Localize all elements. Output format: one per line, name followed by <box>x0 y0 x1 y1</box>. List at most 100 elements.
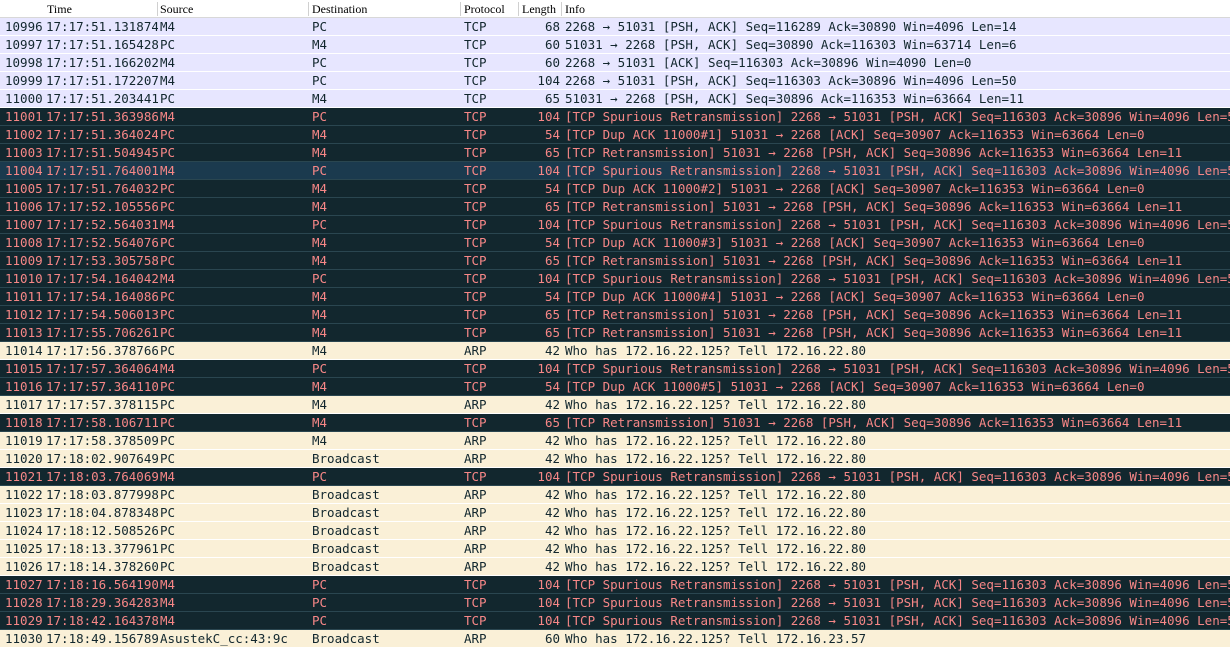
packet-destination-cell: M4 <box>312 145 328 160</box>
packet-row[interactable]: 11014 17:17:56.378766 PC M4 ARP 42 Who has 172… <box>0 342 1230 360</box>
packet-row[interactable]: 11023 17:18:04.878348 PC Broadcast ARP 42 Who … <box>0 504 1230 522</box>
packet-source-cell: PC <box>160 379 176 394</box>
packet-row[interactable]: 11018 17:17:58.106711 PC M4 TCP 65 [TCP Retran… <box>0 414 1230 432</box>
packet-protocol-cell: TCP <box>464 199 487 214</box>
packet-info-cell: Who has 172.16.22.125? Tell 172.16.22.80 <box>565 523 867 538</box>
column-header-length[interactable]: Length <box>522 2 556 16</box>
column-divider[interactable] <box>157 2 158 16</box>
packet-length-cell: 104 <box>537 361 560 376</box>
packet-row[interactable]: 11020 17:18:02.907649 PC Broadcast ARP 42 Who … <box>0 450 1230 468</box>
packet-row[interactable]: 11012 17:17:54.506013 PC M4 TCP 65 [TCP Retran… <box>0 306 1230 324</box>
packet-source-cell: M4 <box>160 163 176 178</box>
packet-time-cell: 17:18:04.878348 <box>46 505 158 520</box>
packet-time-cell: 17:18:13.377961 <box>46 541 158 556</box>
packet-number-cell: 11022 <box>5 487 43 502</box>
packet-number-cell: 11027 <box>5 577 43 592</box>
column-divider[interactable] <box>460 2 461 16</box>
packet-row[interactable]: 11025 17:18:13.377961 PC Broadcast ARP 42 Who … <box>0 540 1230 558</box>
packet-length-cell: 104 <box>537 595 560 610</box>
packet-info-cell: [TCP Dup ACK 11000#4] 51031 → 2268 [ACK]… <box>565 289 1145 304</box>
packet-protocol-cell: ARP <box>464 487 487 502</box>
column-header-protocol[interactable]: Protocol <box>464 2 505 16</box>
packet-number-cell: 11009 <box>5 253 43 268</box>
packet-destination-cell: M4 <box>312 235 328 250</box>
column-header-source[interactable]: Source <box>160 2 193 16</box>
packet-row[interactable]: 11019 17:17:58.378509 PC M4 ARP 42 Who has 172… <box>0 432 1230 450</box>
packet-info-cell: [TCP Spurious Retransmission] 2268 → 510… <box>565 109 1230 124</box>
packet-info-cell: [TCP Spurious Retransmission] 2268 → 510… <box>565 217 1230 232</box>
packet-row[interactable]: 11013 17:17:55.706261 PC M4 TCP 65 [TCP Retran… <box>0 324 1230 342</box>
packet-row[interactable]: 11022 17:18:03.877998 PC Broadcast ARP 42 Who … <box>0 486 1230 504</box>
column-header-destination[interactable]: Destination <box>312 2 367 16</box>
packet-row[interactable]: 11002 17:17:51.364024 PC M4 TCP 54 [TCP Dup AC… <box>0 126 1230 144</box>
packet-row[interactable]: 11024 17:18:12.508526 PC Broadcast ARP 42 Who … <box>0 522 1230 540</box>
packet-row[interactable]: 11006 17:17:52.105556 PC M4 TCP 65 [TCP Retran… <box>0 198 1230 216</box>
packet-row[interactable]: 11004 17:17:51.764001 M4 PC TCP 104 [TCP Spuri… <box>0 162 1230 180</box>
packet-time-cell: 17:17:57.378115 <box>46 397 158 412</box>
packet-row[interactable]: 10996 17:17:51.131874 M4 PC TCP 68 2268 → 5103… <box>0 18 1230 36</box>
packet-row[interactable]: 11001 17:17:51.363986 M4 PC TCP 104 [TCP Spuri… <box>0 108 1230 126</box>
packet-destination-cell: PC <box>312 613 328 628</box>
packet-row[interactable]: 11026 17:18:14.378260 PC Broadcast ARP 42 Who … <box>0 558 1230 576</box>
packet-destination-cell: Broadcast <box>312 505 380 520</box>
packet-source-cell: PC <box>160 559 176 574</box>
column-divider[interactable] <box>308 2 309 16</box>
packet-source-cell: PC <box>160 91 176 106</box>
packet-destination-cell: M4 <box>312 343 328 358</box>
packet-time-cell: 17:18:03.764069 <box>46 469 158 484</box>
packet-row[interactable]: 11003 17:17:51.504945 PC M4 TCP 65 [TCP Retran… <box>0 144 1230 162</box>
column-divider[interactable] <box>518 2 519 16</box>
packet-row[interactable]: 11005 17:17:51.764032 PC M4 TCP 54 [TCP Dup AC… <box>0 180 1230 198</box>
packet-destination-cell: M4 <box>312 91 328 106</box>
column-header-bar: Time Source Destination Protocol Length … <box>0 0 1230 18</box>
packet-row[interactable]: 10998 17:17:51.166202 M4 PC TCP 60 2268 → 5103… <box>0 54 1230 72</box>
packet-destination-cell: M4 <box>312 433 328 448</box>
packet-protocol-cell: ARP <box>464 397 487 412</box>
packet-length-cell: 42 <box>544 541 560 556</box>
packet-time-cell: 17:17:53.305758 <box>46 253 158 268</box>
packet-info-cell: Who has 172.16.22.125? Tell 172.16.23.57 <box>565 631 867 646</box>
packet-row[interactable]: 11027 17:18:16.564190 M4 PC TCP 104 [TCP Spuri… <box>0 576 1230 594</box>
packet-info-cell: [TCP Spurious Retransmission] 2268 → 510… <box>565 271 1230 286</box>
packet-row[interactable]: 11015 17:17:57.364064 M4 PC TCP 104 [TCP Spuri… <box>0 360 1230 378</box>
packet-length-cell: 54 <box>544 235 560 250</box>
packet-row[interactable]: 11007 17:17:52.564031 M4 PC TCP 104 [TCP Spuri… <box>0 216 1230 234</box>
packet-number-cell: 10998 <box>5 55 43 70</box>
packet-row[interactable]: 10997 17:17:51.165428 PC M4 TCP 60 51031 → 226… <box>0 36 1230 54</box>
packet-row[interactable]: 11009 17:17:53.305758 PC M4 TCP 65 [TCP Retran… <box>0 252 1230 270</box>
packet-row[interactable]: 11016 17:17:57.364110 PC M4 TCP 54 [TCP Dup AC… <box>0 378 1230 396</box>
packet-row[interactable]: 11000 17:17:51.203441 PC M4 TCP 65 51031 → 226… <box>0 90 1230 108</box>
column-header-info[interactable]: Info <box>565 2 585 16</box>
packet-row[interactable]: 11011 17:17:54.164086 PC M4 TCP 54 [TCP Dup AC… <box>0 288 1230 306</box>
packet-protocol-cell: ARP <box>464 631 487 646</box>
packet-row[interactable]: 11021 17:18:03.764069 M4 PC TCP 104 [TCP Spuri… <box>0 468 1230 486</box>
packet-time-cell: 17:17:51.764032 <box>46 181 158 196</box>
packet-number-cell: 11024 <box>5 523 43 538</box>
column-divider[interactable] <box>561 2 562 16</box>
packet-protocol-cell: TCP <box>464 595 487 610</box>
packet-source-cell: PC <box>160 505 176 520</box>
packet-number-cell: 11025 <box>5 541 43 556</box>
packet-number-cell: 11013 <box>5 325 43 340</box>
packet-row[interactable]: 11029 17:18:42.164378 M4 PC TCP 104 [TCP Spuri… <box>0 612 1230 630</box>
packet-row[interactable]: 11010 17:17:54.164042 M4 PC TCP 104 [TCP Spuri… <box>0 270 1230 288</box>
packet-row[interactable]: 11030 17:18:49.156789 AsustekC_cc:43:9c Bro… <box>0 630 1230 648</box>
packet-source-cell: PC <box>160 415 176 430</box>
packet-row[interactable]: 10999 17:17:51.172207 M4 PC TCP 104 2268 → 510… <box>0 72 1230 90</box>
packet-protocol-cell: TCP <box>464 577 487 592</box>
packet-info-cell: 2268 → 51031 [PSH, ACK] Seq=116289 Ack=3… <box>565 19 1017 34</box>
packet-destination-cell: PC <box>312 55 328 70</box>
packet-row[interactable]: 11017 17:17:57.378115 PC M4 ARP 42 Who has 172… <box>0 396 1230 414</box>
packet-list[interactable]: Time Source Destination Protocol Length … <box>0 0 1230 655</box>
packet-source-cell: PC <box>160 307 176 322</box>
packet-row[interactable]: 11028 17:18:29.364283 M4 PC TCP 104 [TCP Spuri… <box>0 594 1230 612</box>
column-header-time[interactable]: Time <box>47 2 72 16</box>
packet-number-cell: 11002 <box>5 127 43 142</box>
packet-destination-cell: PC <box>312 469 328 484</box>
packet-row[interactable]: 11008 17:17:52.564076 PC M4 TCP 54 [TCP Dup AC… <box>0 234 1230 252</box>
packet-number-cell: 10996 <box>5 19 43 34</box>
packet-source-cell: PC <box>160 397 176 412</box>
packet-number-cell: 11019 <box>5 433 43 448</box>
packet-source-cell: M4 <box>160 217 176 232</box>
packet-protocol-cell: TCP <box>464 91 487 106</box>
